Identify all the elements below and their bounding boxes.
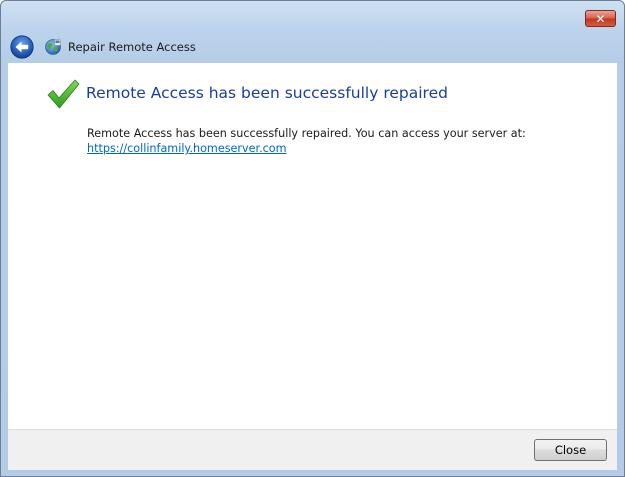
window-close-button[interactable]: ✕ xyxy=(585,10,616,27)
globe-icon xyxy=(45,39,61,55)
content-panel: Remote Access has been successfully repa… xyxy=(8,63,617,429)
close-icon: ✕ xyxy=(595,11,606,26)
window-title: Repair Remote Access xyxy=(68,40,196,54)
success-message: Remote Access has been successfully repa… xyxy=(87,127,526,140)
back-arrow-icon[interactable] xyxy=(10,35,34,59)
dialog-window: ✕ Repair Remote Access Remote Access has… xyxy=(0,0,625,477)
close-button[interactable]: Close xyxy=(534,439,607,461)
title-nav-row: Repair Remote Access xyxy=(10,34,196,60)
button-bar: Close xyxy=(8,429,617,470)
checkmark-icon xyxy=(47,79,80,109)
server-url-link[interactable]: https://collinfamily.homeserver.com xyxy=(87,141,287,156)
success-heading: Remote Access has been successfully repa… xyxy=(86,84,448,102)
